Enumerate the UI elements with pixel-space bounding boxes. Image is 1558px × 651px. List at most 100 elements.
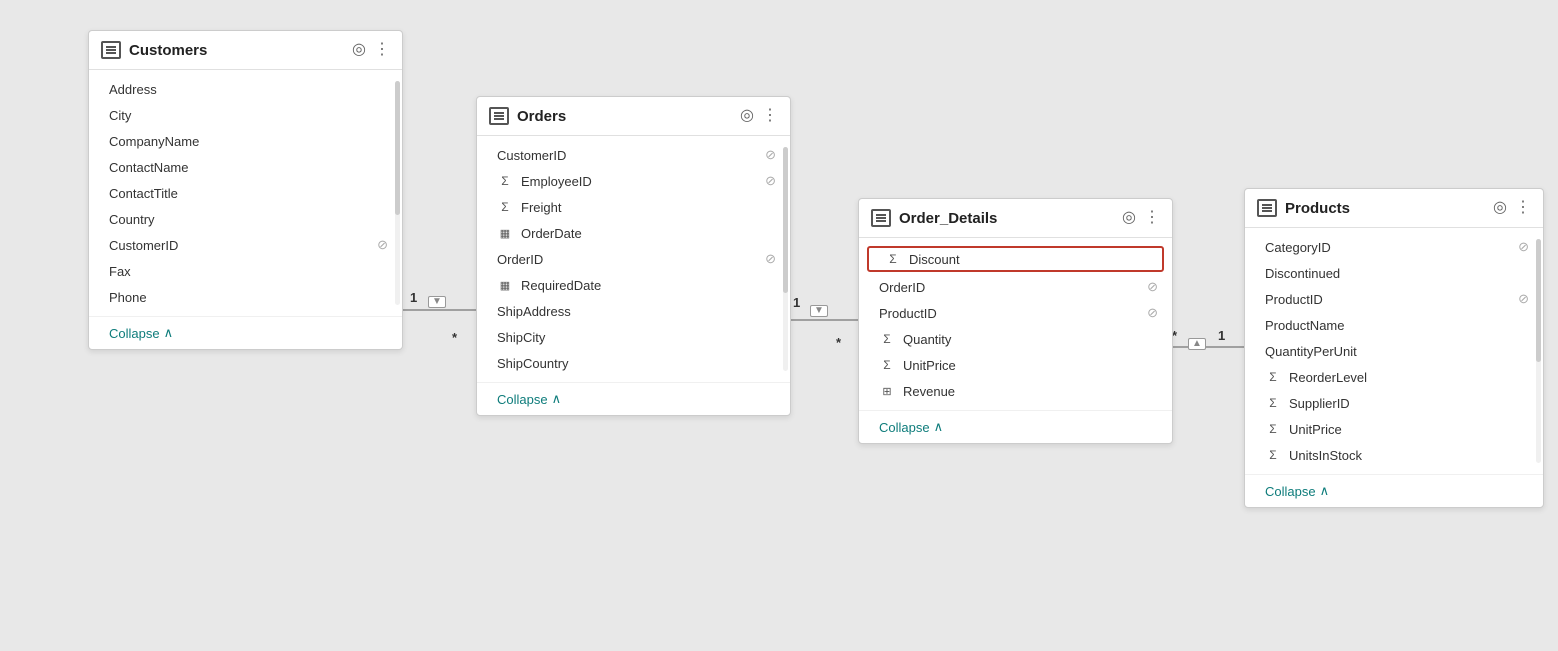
connector-badge-1a: 1 xyxy=(410,290,417,305)
customerid-hidden-icon[interactable]: ⊘ xyxy=(377,237,388,253)
products-collapse-icon: ∧ xyxy=(1320,483,1330,499)
sigma-icon-supplierid: Σ xyxy=(1265,396,1281,410)
products-fields: CategoryID ⊘ Discontinued ProductID ⊘ Pr… xyxy=(1245,228,1543,474)
od-orderid-hidden[interactable]: ⊘ xyxy=(1147,279,1158,295)
field-orders-customerid: CustomerID ⊘ xyxy=(477,142,790,168)
order-details-header-actions: ◎ ⋮ xyxy=(1122,210,1160,226)
order-details-fields: Σ Discount OrderID ⊘ ProductID ⊘ Σ Quant… xyxy=(859,238,1172,410)
connector-arrow-1: ▼ xyxy=(428,296,446,308)
field-od-revenue: ⊞ Revenue xyxy=(859,378,1172,404)
orders-header: Orders ◎ ⋮ xyxy=(477,97,790,136)
customers-fields: Address City CompanyName ContactName Con… xyxy=(89,70,402,316)
products-scrollbar-track[interactable] xyxy=(1536,239,1541,463)
orders-eye-icon[interactable]: ◎ xyxy=(740,108,754,124)
calendar-icon-orderdate: ▦ xyxy=(497,227,513,240)
order-details-table: Order_Details ◎ ⋮ Σ Discount OrderID ⊘ P… xyxy=(858,198,1173,444)
order-details-header: Order_Details ◎ ⋮ xyxy=(859,199,1172,238)
field-od-orderid: OrderID ⊘ xyxy=(859,274,1172,300)
field-orders-freight: Σ Freight xyxy=(477,194,790,220)
orders-collapse-icon: ∧ xyxy=(552,391,562,407)
products-scrollbar-thumb xyxy=(1536,239,1541,362)
field-phone: Phone xyxy=(89,284,402,310)
field-orders-orderid: OrderID ⊘ xyxy=(477,246,790,272)
connector-badge-1c: 1 xyxy=(1218,328,1225,343)
field-companyname: CompanyName xyxy=(89,128,402,154)
products-eye-icon[interactable]: ◎ xyxy=(1493,200,1507,216)
products-table: Products ◎ ⋮ CategoryID ⊘ Discontinued P… xyxy=(1244,188,1544,508)
order-details-title: Order_Details xyxy=(899,210,1114,227)
sigma-icon-employeeid: Σ xyxy=(497,174,513,188)
order-details-more-icon[interactable]: ⋮ xyxy=(1144,210,1160,226)
field-p-unitsinstock: Σ UnitsInStock xyxy=(1245,442,1543,468)
order-details-collapse[interactable]: Collapse ∧ xyxy=(859,410,1172,443)
products-table-icon xyxy=(1257,199,1277,217)
products-collapse[interactable]: Collapse ∧ xyxy=(1245,474,1543,507)
customers-collapse-icon: ∧ xyxy=(164,325,174,341)
sigma-icon-unitsinstock: Σ xyxy=(1265,448,1281,462)
field-p-categoryid: CategoryID ⊘ xyxy=(1245,234,1543,260)
connector-badge-star-2: * xyxy=(836,335,841,350)
products-header: Products ◎ ⋮ xyxy=(1245,189,1543,228)
customers-scrollbar-track[interactable] xyxy=(395,81,400,305)
customers-table-icon xyxy=(101,41,121,59)
customers-header: Customers ◎ ⋮ xyxy=(89,31,402,70)
field-discount: Σ Discount xyxy=(867,246,1164,272)
order-details-eye-icon[interactable]: ◎ xyxy=(1122,210,1136,226)
field-p-productid: ProductID ⊘ xyxy=(1245,286,1543,312)
customers-title: Customers xyxy=(129,42,344,59)
orders-header-actions: ◎ ⋮ xyxy=(740,108,778,124)
connector-badge-star-1: * xyxy=(452,330,457,345)
orders-collapse[interactable]: Collapse ∧ xyxy=(477,382,790,415)
field-p-unitprice: Σ UnitPrice xyxy=(1245,416,1543,442)
orders-table-icon xyxy=(489,107,509,125)
connector-badge-1b: 1 xyxy=(793,295,800,310)
orders-employeeid-hidden[interactable]: ⊘ xyxy=(765,173,776,189)
order-details-table-icon xyxy=(871,209,891,227)
diagram-canvas: 1 ▼ * 1 ▼ * * ▲ 1 Customers ◎ ⋮ Address … xyxy=(0,0,1558,651)
field-address: Address xyxy=(89,76,402,102)
customers-header-actions: ◎ ⋮ xyxy=(352,42,390,58)
sigma-icon-freight: Σ xyxy=(497,200,513,214)
orders-scrollbar-track[interactable] xyxy=(783,147,788,371)
customers-collapse[interactable]: Collapse ∧ xyxy=(89,316,402,349)
customers-eye-icon[interactable]: ◎ xyxy=(352,42,366,58)
field-orders-shipcity: ShipCity xyxy=(477,324,790,350)
field-p-quantityperunit: QuantityPerUnit xyxy=(1245,338,1543,364)
orders-more-icon[interactable]: ⋮ xyxy=(762,108,778,124)
customers-table: Customers ◎ ⋮ Address City CompanyName C… xyxy=(88,30,403,350)
customers-more-icon[interactable]: ⋮ xyxy=(374,42,390,58)
orders-fields: CustomerID ⊘ Σ EmployeeID ⊘ Σ Freight ▦ … xyxy=(477,136,790,382)
sigma-icon-discount: Σ xyxy=(885,252,901,266)
p-productid-hidden[interactable]: ⊘ xyxy=(1518,291,1529,307)
field-customerid: CustomerID ⊘ xyxy=(89,232,402,258)
sigma-icon-p-unitprice: Σ xyxy=(1265,422,1281,436)
field-orders-shipaddress: ShipAddress xyxy=(477,298,790,324)
field-orders-orderdate: ▦ OrderDate xyxy=(477,220,790,246)
order-details-collapse-icon: ∧ xyxy=(934,419,944,435)
customers-scrollbar-thumb xyxy=(395,81,400,215)
field-fax: Fax xyxy=(89,258,402,284)
field-od-productid: ProductID ⊘ xyxy=(859,300,1172,326)
field-contacttitle: ContactTitle xyxy=(89,180,402,206)
products-title: Products xyxy=(1285,200,1485,217)
orders-title: Orders xyxy=(517,108,732,125)
field-contactname: ContactName xyxy=(89,154,402,180)
orders-scrollbar-thumb xyxy=(783,147,788,293)
p-categoryid-hidden[interactable]: ⊘ xyxy=(1518,239,1529,255)
products-more-icon[interactable]: ⋮ xyxy=(1515,200,1531,216)
field-orders-requireddate: ▦ RequiredDate xyxy=(477,272,790,298)
products-header-actions: ◎ ⋮ xyxy=(1493,200,1531,216)
orders-customerid-hidden[interactable]: ⊘ xyxy=(765,147,776,163)
field-od-unitprice: Σ UnitPrice xyxy=(859,352,1172,378)
calendar-icon-requireddate: ▦ xyxy=(497,279,513,292)
connector-arrow-3: ▲ xyxy=(1188,338,1206,350)
field-orders-employeeid: Σ EmployeeID ⊘ xyxy=(477,168,790,194)
field-p-reorderlevel: Σ ReorderLevel xyxy=(1245,364,1543,390)
field-city: City xyxy=(89,102,402,128)
sigma-icon-quantity: Σ xyxy=(879,332,895,346)
grid-icon-revenue: ⊞ xyxy=(879,385,895,398)
orders-orderid-hidden[interactable]: ⊘ xyxy=(765,251,776,267)
field-orders-shipcountry: ShipCountry xyxy=(477,350,790,376)
connector-arrow-2: ▼ xyxy=(810,305,828,317)
od-productid-hidden[interactable]: ⊘ xyxy=(1147,305,1158,321)
